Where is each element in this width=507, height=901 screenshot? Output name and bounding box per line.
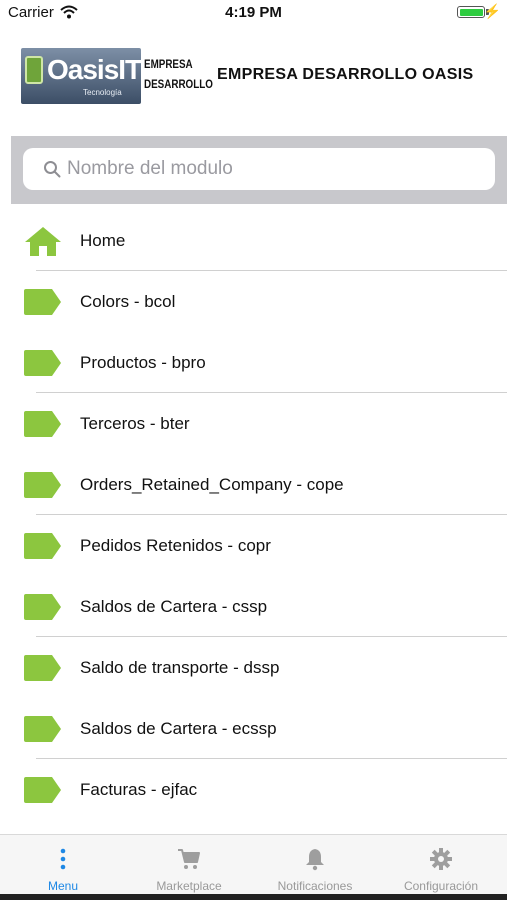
list-item-label: Facturas - ejfac [80,780,198,799]
tag-icon [24,289,61,315]
tab-menu[interactable]: Menu [0,835,126,901]
tab-configuracion[interactable]: Configuración [378,835,504,901]
list-item[interactable]: Pedidos Retenidos - copr [0,515,507,576]
search-input[interactable] [67,148,487,190]
tab-notificaciones[interactable]: Notificaciones [252,835,378,901]
tag-icon [24,533,61,559]
list-item[interactable]: Saldo de transporte - dssp [0,637,507,698]
bottom-bar [0,894,507,900]
logo-badge-icon [25,56,43,84]
bell-icon [306,849,324,871]
tab-label: Menu [47,879,79,893]
search-icon [44,161,61,178]
company-mark-line1: EMPRESA [144,57,193,71]
list-item-label: Home [80,231,126,250]
module-list: Home Colors - bcol Productos - bpro Terc… [0,210,507,820]
tab-label: Notificaciones [277,879,353,893]
tab-label: Marketplace [156,879,222,893]
logo-tagline: Tecnología [83,88,122,97]
status-time: 4:19 PM [225,4,282,21]
tag-icon [24,472,61,498]
tag-icon [24,411,61,437]
charging-icon: ⚡ [483,3,501,19]
search-box[interactable] [23,148,495,190]
status-bar: Carrier 4:19 PM ⚡ [0,0,507,28]
gear-icon [430,848,452,870]
tag-icon [24,594,61,620]
tag-icon [24,350,61,376]
list-item-label: Saldo de transporte - dssp [80,658,280,677]
list-item-label: Colors - bcol [80,292,176,311]
tag-icon [24,655,61,681]
company-mark-line2: DESARROLLO [144,77,213,91]
battery-icon [457,6,485,18]
list-item-label: Terceros - bter [80,414,190,433]
list-item-label: Saldos de Cartera - ecssp [80,719,277,738]
list-item-label: Pedidos Retenidos - copr [80,536,271,555]
search-bar [11,136,507,204]
logo-text: OasisIT [47,54,141,85]
home-icon [25,227,61,256]
cart-icon [178,849,200,869]
tag-icon [24,716,61,742]
list-item[interactable]: Colors - bcol [0,271,507,332]
company-logo: OasisIT Tecnología [21,48,141,104]
more-vertical-icon [60,848,66,870]
list-item[interactable]: Facturas - ejfac [0,759,507,820]
list-item-label: Saldos de Cartera - cssp [80,597,268,616]
company-mark: EMPRESA DESARROLLO [144,54,213,94]
list-item[interactable]: Productos - bpro [0,332,507,393]
app-header: OasisIT Tecnología EMPRESA DESARROLLO EM… [0,28,507,136]
tag-icon [24,777,61,803]
list-item[interactable]: Orders_Retained_Company - cope [0,454,507,515]
list-item-home[interactable]: Home [0,210,507,271]
tab-label: Configuración [403,879,479,893]
company-title: EMPRESA DESARROLLO OASIS [217,66,474,83]
tab-bar: Menu Marketplace Notificaciones Configur… [0,834,507,900]
list-item[interactable]: Saldos de Cartera - ecssp [0,698,507,759]
tab-marketplace[interactable]: Marketplace [126,835,252,901]
list-item[interactable]: Saldos de Cartera - cssp [0,576,507,637]
list-item-label: Productos - bpro [80,353,206,372]
list-item-label: Orders_Retained_Company - cope [80,475,344,494]
list-item[interactable]: Terceros - bter [0,393,507,454]
